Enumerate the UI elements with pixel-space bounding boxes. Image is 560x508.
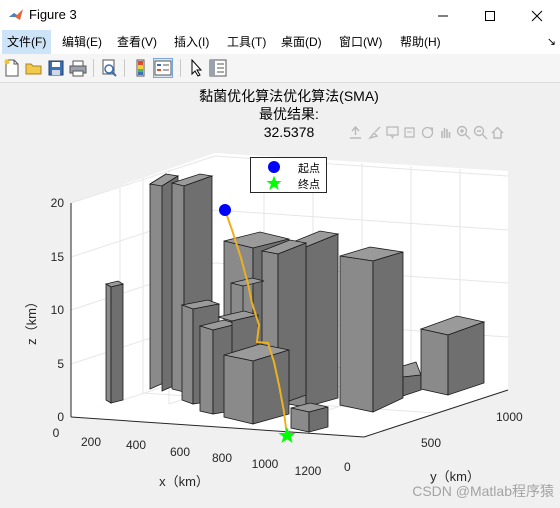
matlab-app-icon (9, 9, 23, 20)
x-tick-label: 800 (212, 451, 232, 465)
figure-toolbar (0, 54, 560, 83)
chart-title-line-2: 最优结果: (259, 106, 319, 122)
z-tick-label: 15 (51, 250, 65, 264)
legend[interactable]: 起点 终点 (250, 157, 327, 193)
new-figure-icon[interactable] (3, 59, 21, 77)
rotate-3d-icon[interactable] (420, 125, 435, 140)
pointer-icon[interactable] (187, 59, 205, 77)
legend-entry-end: 终点 (251, 175, 326, 191)
zoom-in-icon[interactable] (456, 125, 471, 140)
minimize-button[interactable] (420, 0, 466, 30)
start-point-marker (219, 204, 231, 216)
x-tick-label: 1000 (252, 457, 279, 471)
print-preview-icon[interactable] (100, 59, 118, 77)
x-tick-label: 1200 (295, 464, 322, 478)
export-icon[interactable] (348, 125, 363, 140)
close-button[interactable] (514, 0, 560, 30)
open-file-icon[interactable] (25, 59, 43, 77)
window-titlebar: Figure 3 (0, 0, 560, 30)
y-axis-label: y（km） (430, 469, 480, 484)
menu-desktop[interactable]: 桌面(D) (276, 30, 327, 54)
colorbar-icon[interactable] (132, 59, 150, 77)
property-inspector-icon[interactable] (209, 59, 227, 77)
legend-label-end: 终点 (298, 179, 320, 191)
z-tick-label: 20 (51, 196, 65, 210)
x-axis-label: x（km） (159, 474, 209, 489)
menu-edit[interactable]: 编辑(E) (57, 30, 107, 54)
toolbar-separator (180, 59, 181, 77)
y-tick-label: 1000 (496, 410, 523, 424)
y-tick-label: 500 (421, 436, 441, 450)
menu-window[interactable]: 窗口(W) (334, 30, 387, 54)
circle-marker-icon (268, 161, 280, 173)
z-tick-label: 10 (51, 303, 65, 317)
datatip-icon[interactable] (385, 125, 400, 140)
z-tick-label: 0 (57, 410, 64, 424)
minimize-icon (438, 15, 448, 17)
x-tick-label: 0 (53, 426, 60, 440)
home-icon[interactable] (490, 125, 505, 140)
brush-icon[interactable] (367, 125, 382, 140)
legend-icon[interactable] (153, 58, 173, 78)
menu-help[interactable]: 帮助(H) (395, 30, 446, 54)
close-icon (531, 10, 543, 22)
x-tick-label: 200 (81, 435, 101, 449)
x-tick-label: 400 (126, 438, 146, 452)
menu-dock-arrow-icon[interactable]: ↘ (547, 35, 556, 48)
menu-bar: 文件(F) 编辑(E) 查看(V) 插入(I) 工具(T) 桌面(D) 窗口(W… (0, 30, 560, 54)
toolbar-separator (124, 59, 125, 77)
x-tick-label: 600 (170, 445, 190, 459)
obstacle-pillar (104, 280, 125, 404)
rotate-icon[interactable] (402, 125, 417, 140)
y-tick-label: 0 (344, 460, 351, 474)
maximize-button[interactable] (467, 0, 513, 30)
chart-title-line-3: 32.5378 (264, 124, 315, 140)
star-marker-icon (266, 175, 282, 190)
z-axis-label: z（km） (24, 295, 39, 345)
menu-file[interactable]: 文件(F) (2, 30, 52, 54)
window-title: Figure 3 (29, 7, 77, 22)
obstacle-right-small (402, 361, 422, 397)
toolbar-separator (93, 59, 94, 77)
obstacle-front-small (290, 402, 329, 433)
save-icon[interactable] (47, 59, 65, 77)
watermark-text: CSDN @Matlab程序猿 (412, 483, 554, 499)
menu-view[interactable]: 查看(V) (112, 30, 162, 54)
pan-icon[interactable] (438, 125, 453, 140)
chart-title-line-1: 黏菌优化算法优化算法(SMA) (199, 88, 379, 104)
menu-insert[interactable]: 插入(I) (169, 30, 214, 54)
z-tick-label: 5 (57, 357, 64, 371)
figure-canvas: 0 5 10 15 20 z（km） 0 200 400 600 800 100… (0, 83, 560, 508)
maximize-icon (485, 11, 495, 22)
print-icon[interactable] (69, 59, 87, 77)
obstacle-far-right (419, 315, 486, 396)
zoom-out-icon[interactable] (473, 125, 488, 140)
legend-label-start: 起点 (298, 163, 320, 175)
obstacle-right-large (339, 246, 404, 413)
legend-entry-start: 起点 (251, 159, 326, 175)
menu-tools[interactable]: 工具(T) (222, 30, 271, 54)
